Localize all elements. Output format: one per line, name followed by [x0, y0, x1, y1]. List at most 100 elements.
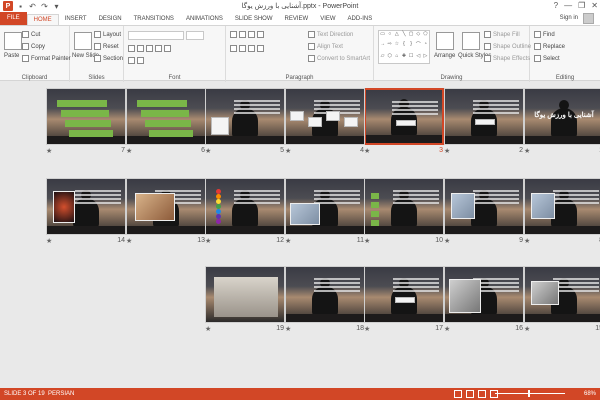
- slide-thumbnail-2[interactable]: ★ 2: [444, 88, 524, 156]
- transition-star-icon[interactable]: ★: [444, 237, 450, 245]
- avatar[interactable]: [583, 13, 594, 24]
- quick-styles-icon[interactable]: [462, 32, 480, 50]
- slide-preview[interactable]: [524, 266, 600, 323]
- slide-preview[interactable]: [444, 178, 524, 235]
- list-buttons[interactable]: [230, 31, 264, 38]
- transition-star-icon[interactable]: ★: [444, 147, 450, 155]
- slide-thumbnail-13[interactable]: ★ 13: [126, 178, 206, 246]
- slide-thumbnail-7[interactable]: ★ 7: [46, 88, 126, 156]
- slide-thumbnail-19[interactable]: ★ 19: [205, 266, 285, 334]
- slide-thumbnail-8[interactable]: ★8: [524, 178, 600, 246]
- transition-star-icon[interactable]: ★: [46, 237, 52, 245]
- slide-thumbnail-16[interactable]: ★ 16: [444, 266, 524, 334]
- tab-review[interactable]: REVIEW: [279, 14, 315, 25]
- shapes-gallery[interactable]: ▭ ○ △ ╲ ▢ ◇ ⬠ → ⇨ ☆{} ⌒ ◔ ▱ ⬡ ⌂ ✚ ☐ ◁ ▷: [378, 30, 430, 64]
- slide-preview[interactable]: [444, 266, 524, 323]
- layout-button[interactable]: Layout: [94, 31, 121, 38]
- paste-button[interactable]: Paste: [4, 53, 19, 59]
- slide-thumbnail-6[interactable]: ★ 6: [126, 88, 206, 156]
- align-buttons[interactable]: [230, 45, 264, 52]
- tab-animations[interactable]: ANIMATIONS: [180, 14, 229, 25]
- shape-effects-button[interactable]: Shape Effects: [484, 55, 530, 62]
- tab-slide-show[interactable]: SLIDE SHOW: [229, 14, 279, 25]
- slide-preview[interactable]: [46, 178, 126, 235]
- cut-button[interactable]: Cut: [22, 31, 40, 38]
- slide-preview[interactable]: [444, 88, 524, 145]
- shape-outline-button[interactable]: Shape Outline: [484, 43, 531, 50]
- font-format-buttons[interactable]: [128, 45, 171, 52]
- slide-preview[interactable]: [364, 266, 444, 323]
- transition-star-icon[interactable]: ★: [126, 237, 132, 245]
- undo-icon[interactable]: ↶: [28, 2, 37, 11]
- minimize-icon[interactable]: —: [564, 1, 572, 10]
- help-icon[interactable]: ?: [554, 1, 558, 10]
- slide-preview[interactable]: [364, 178, 444, 235]
- slideshow-view-icon[interactable]: [490, 390, 498, 398]
- convert-smartart-button[interactable]: Convert to SmartArt: [308, 55, 370, 62]
- slide-preview[interactable]: [205, 266, 285, 323]
- transition-star-icon[interactable]: ★: [205, 325, 211, 333]
- arrange-button[interactable]: Arrange: [434, 53, 455, 59]
- slide-thumbnail-15[interactable]: ★ 15: [524, 266, 600, 334]
- transition-star-icon[interactable]: ★: [524, 147, 530, 155]
- language-indicator[interactable]: PERSIAN: [48, 391, 74, 397]
- tab-add-ins[interactable]: ADD-INS: [342, 14, 379, 25]
- tab-design[interactable]: DESIGN: [93, 14, 128, 25]
- slide-preview[interactable]: [285, 88, 365, 145]
- close-icon[interactable]: ✕: [591, 1, 598, 10]
- tab-transitions[interactable]: TRANSITIONS: [128, 14, 180, 25]
- font-size-input[interactable]: [186, 31, 204, 40]
- slide-preview[interactable]: [126, 178, 206, 235]
- slide-thumbnail-4[interactable]: ★ 4: [285, 88, 365, 156]
- slide-thumbnail-5[interactable]: ★ 5: [205, 88, 285, 156]
- paste-icon[interactable]: [4, 32, 22, 50]
- text-direction-button[interactable]: Text Direction: [308, 31, 353, 38]
- slide-preview[interactable]: [524, 178, 600, 235]
- slide-thumbnail-10[interactable]: ★ 10: [364, 178, 444, 246]
- zoom-level[interactable]: 68%: [584, 391, 596, 397]
- slide-preview[interactable]: [46, 88, 126, 145]
- transition-star-icon[interactable]: ★: [524, 237, 530, 245]
- section-button[interactable]: Section: [94, 55, 123, 62]
- slide-preview[interactable]: [285, 178, 365, 235]
- tab-file[interactable]: FILE: [0, 12, 27, 25]
- slide-preview[interactable]: [126, 88, 206, 145]
- new-slide-icon[interactable]: [74, 32, 92, 50]
- find-button[interactable]: Find: [534, 31, 555, 38]
- copy-button[interactable]: Copy: [22, 43, 45, 50]
- zoom-slider[interactable]: [495, 390, 565, 397]
- align-text-button[interactable]: Align Text: [308, 43, 343, 50]
- slide-thumbnail-1[interactable]: آشنایی با ورزش یوگا★1: [524, 88, 600, 156]
- slide-preview[interactable]: [205, 88, 285, 145]
- tab-insert[interactable]: INSERT: [59, 14, 93, 25]
- transition-star-icon[interactable]: ★: [46, 147, 52, 155]
- slide-thumbnail-3[interactable]: ★ 3: [364, 88, 444, 156]
- select-button[interactable]: Select: [534, 55, 560, 62]
- slide-sorter-view-icon[interactable]: [466, 390, 474, 398]
- save-icon[interactable]: ▪: [16, 2, 25, 11]
- slide-preview[interactable]: [285, 266, 365, 323]
- slide-thumbnail-14[interactable]: ★ 14: [46, 178, 126, 246]
- tab-view[interactable]: VIEW: [314, 14, 341, 25]
- transition-star-icon[interactable]: ★: [285, 147, 291, 155]
- format-painter-button[interactable]: Format Painter: [22, 55, 71, 62]
- font-name-input[interactable]: [128, 31, 184, 40]
- transition-star-icon[interactable]: ★: [285, 237, 291, 245]
- normal-view-icon[interactable]: [454, 390, 462, 398]
- shape-fill-button[interactable]: Shape Fill: [484, 31, 520, 38]
- reading-view-icon[interactable]: [478, 390, 486, 398]
- transition-star-icon[interactable]: ★: [524, 325, 530, 333]
- transition-star-icon[interactable]: ★: [285, 325, 291, 333]
- slide-thumbnail-18[interactable]: ★ 18: [285, 266, 365, 334]
- redo-icon[interactable]: ↷: [40, 2, 49, 11]
- slide-preview[interactable]: [205, 178, 285, 235]
- slide-preview[interactable]: آشنایی با ورزش یوگا: [524, 88, 600, 145]
- transition-star-icon[interactable]: ★: [126, 147, 132, 155]
- arrange-icon[interactable]: [436, 32, 454, 50]
- sign-in-link[interactable]: Sign in: [560, 15, 578, 21]
- replace-button[interactable]: Replace: [534, 43, 565, 50]
- reset-button[interactable]: Reset: [94, 43, 119, 50]
- font-color-buttons[interactable]: [128, 57, 144, 64]
- slide-thumbnail-11[interactable]: ★ 11: [285, 178, 365, 246]
- slide-thumbnail-17[interactable]: ★ 17: [364, 266, 444, 334]
